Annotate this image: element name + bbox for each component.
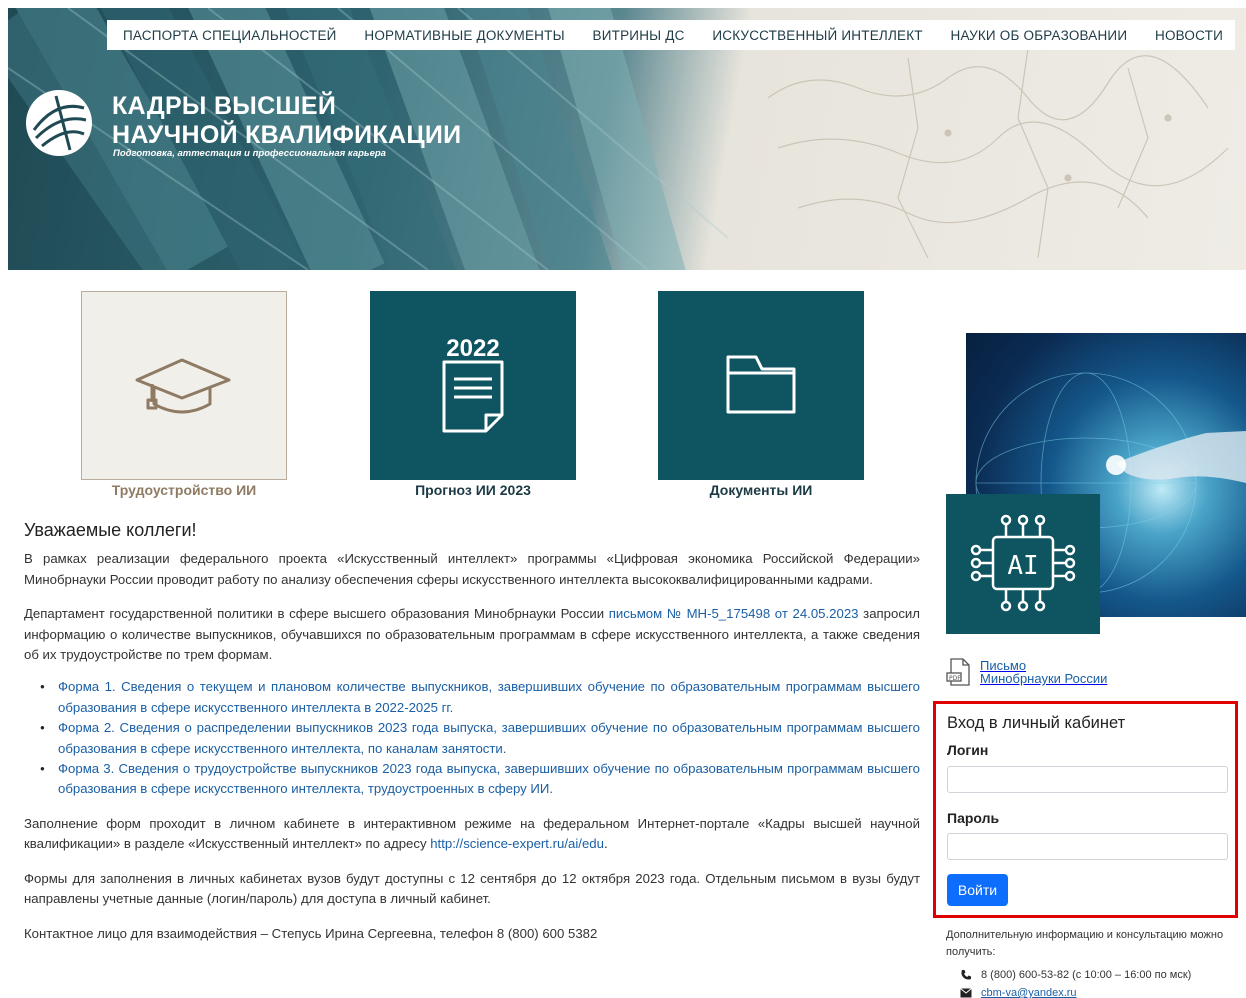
main-content: Уважаемые коллеги! В рамках реализации ф… xyxy=(24,520,920,958)
site-title[interactable]: КАДРЫ ВЫСШЕЙ НАУЧНОЙ КВАЛИФИКАЦИИ xyxy=(112,92,461,150)
content-heading: Уважаемые коллеги! xyxy=(24,520,197,540)
paragraph-filling: Заполнение форм проходит в личном кабине… xyxy=(24,814,920,855)
login-label: Логин xyxy=(947,742,989,758)
ministry-letter-text: Письмо Минобрнауки России xyxy=(980,659,1107,685)
paragraph-filling-after: . xyxy=(603,836,608,852)
form-2-link[interactable]: Форма 2. Сведения о распределении выпуск… xyxy=(40,718,920,759)
extra-info-text: Дополнительную информацию и консультацию… xyxy=(946,929,1224,958)
nav-item-normative-documents[interactable]: НОРМАТИВНЫЕ ДОКУМЕНТЫ xyxy=(364,28,564,43)
document-icon xyxy=(442,360,504,433)
login-input[interactable] xyxy=(947,766,1228,793)
password-label: Пароль xyxy=(947,810,1000,826)
paragraph-department-before: Департамент государственной политики в с… xyxy=(24,606,609,622)
graduation-cap-icon xyxy=(135,358,231,414)
map-background-image xyxy=(767,47,1229,259)
pdf-icon: PDF xyxy=(946,658,970,686)
site-subtitle: Подготовка, аттестация и профессиональна… xyxy=(113,148,386,159)
password-input[interactable] xyxy=(947,833,1228,860)
site-title-line2: НАУЧНОЙ КВАЛИФИКАЦИИ xyxy=(112,121,462,149)
tile-ai-documents[interactable] xyxy=(658,291,864,480)
top-navigation: ПАСПОРТА СПЕЦИАЛЬНОСТЕЙ НОРМАТИВНЫЕ ДОКУ… xyxy=(107,20,1235,50)
header-banner: ПАСПОРТА СПЕЦИАЛЬНОСТЕЙ НОРМАТИВНЫЕ ДОКУ… xyxy=(8,8,1246,270)
nav-item-ds-showcases[interactable]: ВИТРИНЫ ДС xyxy=(593,28,685,43)
nav-item-artificial-intelligence[interactable]: ИСКУССТВЕННЫЙ ИНТЕЛЛЕКТ xyxy=(712,28,922,43)
portal-url-link[interactable]: http://science-expert.ru/ai/edu xyxy=(430,836,604,851)
ministry-letter-link[interactable]: письмом № МН-5_175498 от 24.05.2023 xyxy=(609,606,859,621)
paragraph-dates: Формы для заполнения в личных кабинетах … xyxy=(24,870,920,907)
paragraph-contact: Контактное лицо для взаимодействия – Сте… xyxy=(24,925,598,941)
ministry-letter-pdf-link[interactable]: PDF Письмо Минобрнауки России xyxy=(946,658,1107,686)
site-logo-icon[interactable] xyxy=(26,90,92,156)
tile-label-ai-employment[interactable]: Трудоустройство ИИ xyxy=(81,482,287,498)
site-title-line1: КАДРЫ ВЫСШЕЙ xyxy=(112,92,337,120)
phone-icon xyxy=(961,970,971,980)
nav-item-education-sciences[interactable]: НАУКИ ОБ ОБРАЗОВАНИИ xyxy=(951,28,1128,43)
envelope-icon xyxy=(960,988,972,998)
tile-label-ai-forecast-2023[interactable]: Прогноз ИИ 2023 xyxy=(370,482,576,498)
nav-item-specialty-passports[interactable]: ПАСПОРТА СПЕЦИАЛЬНОСТЕЙ xyxy=(123,28,337,43)
contact-email: cbm-va@yandex.ru xyxy=(960,987,1077,998)
paragraph-department: Департамент государственной политики в с… xyxy=(24,604,920,665)
login-title: Вход в личный кабинет xyxy=(947,714,1126,732)
nav-item-news[interactable]: НОВОСТИ xyxy=(1155,28,1223,43)
email-link[interactable]: cbm-va@yandex.ru xyxy=(981,987,1077,998)
ai-badge-text: AI xyxy=(1007,551,1038,581)
letter-line2: Минобрнауки России xyxy=(980,671,1108,686)
tile-ai-employment[interactable] xyxy=(81,291,287,480)
paragraph-intro: В рамках реализации федерального проекта… xyxy=(24,551,920,587)
svg-text:PDF: PDF xyxy=(949,675,961,682)
ai-chip-icon[interactable]: AI xyxy=(946,494,1100,634)
contact-phone: 8 (800) 600-53-82 (с 10:00 – 16:00 по мс… xyxy=(960,969,1191,981)
phone-text: 8 (800) 600-53-82 (с 10:00 – 16:00 по мс… xyxy=(981,969,1192,981)
tile-label-ai-documents[interactable]: Документы ИИ xyxy=(658,482,864,498)
tile-ai-forecast-2023[interactable]: 2022 xyxy=(370,291,576,480)
form-3-link[interactable]: Форма 3. Сведения о трудоустройстве выпу… xyxy=(40,759,920,800)
form-1-link[interactable]: Форма 1. Сведения о текущем и плановом к… xyxy=(40,677,920,718)
login-button[interactable]: Войти xyxy=(947,874,1008,906)
forms-list: Форма 1. Сведения о текущем и плановом к… xyxy=(40,677,920,800)
login-panel: Вход в личный кабинет Логин Пароль Войти xyxy=(933,701,1238,918)
folder-icon xyxy=(726,355,796,414)
